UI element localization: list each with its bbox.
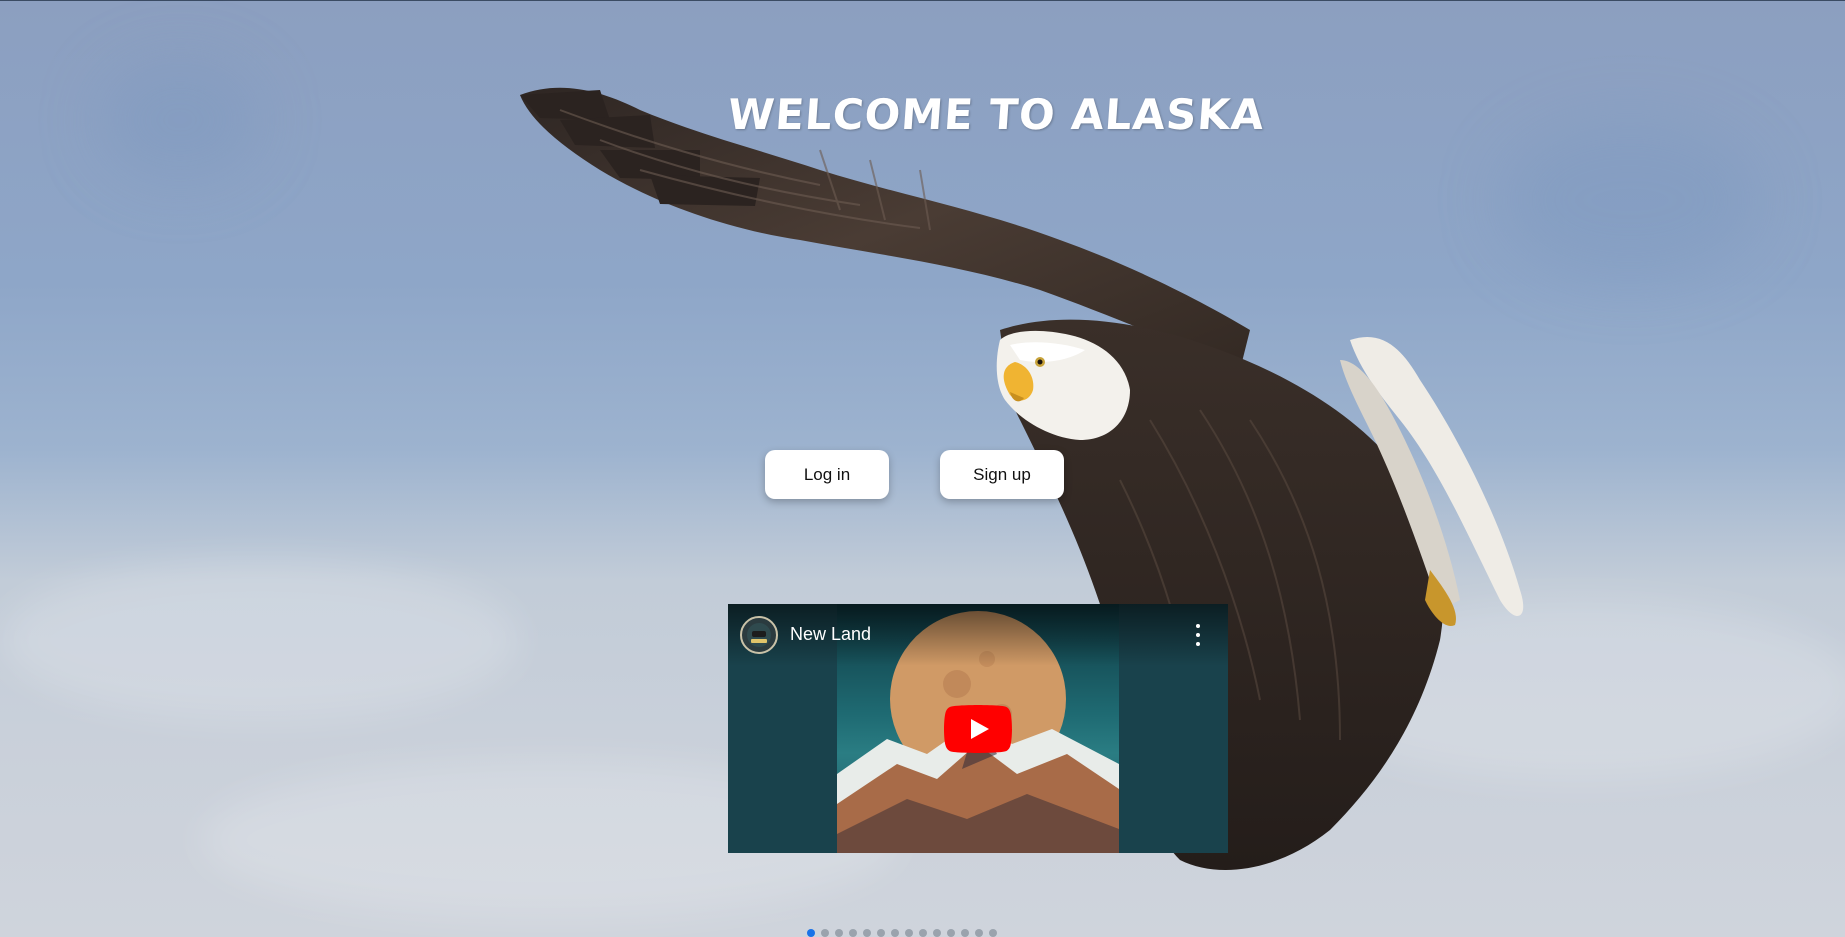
page-title: WELCOME TO ALASKA — [726, 90, 1267, 139]
carousel-dot[interactable] — [905, 929, 913, 937]
carousel-dot[interactable] — [933, 929, 941, 937]
carousel-dot[interactable] — [821, 929, 829, 937]
video-title[interactable]: New Land — [790, 624, 871, 645]
carousel-dot[interactable] — [947, 929, 955, 937]
login-button[interactable]: Log in — [765, 450, 889, 499]
carousel-dot[interactable] — [975, 929, 983, 937]
embedded-video-player[interactable]: New Land — [728, 604, 1228, 853]
carousel-dot[interactable] — [877, 929, 885, 937]
carousel-dot[interactable] — [989, 929, 997, 937]
carousel-dot[interactable] — [891, 929, 899, 937]
carousel-dot[interactable] — [961, 929, 969, 937]
carousel-dot[interactable] — [849, 929, 857, 937]
channel-avatar[interactable] — [740, 616, 778, 654]
carousel-dot[interactable] — [835, 929, 843, 937]
channel-logo-icon — [747, 623, 771, 647]
youtube-play-icon[interactable] — [944, 705, 1012, 753]
carousel-dot[interactable] — [807, 929, 815, 937]
carousel-dot[interactable] — [863, 929, 871, 937]
carousel-indicators — [807, 929, 997, 937]
carousel-dot[interactable] — [919, 929, 927, 937]
landing-page: WELCOME TO ALASKA Log in Sign up New Lan… — [0, 0, 1845, 937]
signup-button[interactable]: Sign up — [940, 450, 1064, 499]
artwork-caption-icon — [840, 604, 900, 616]
more-vert-icon[interactable] — [1190, 624, 1206, 646]
